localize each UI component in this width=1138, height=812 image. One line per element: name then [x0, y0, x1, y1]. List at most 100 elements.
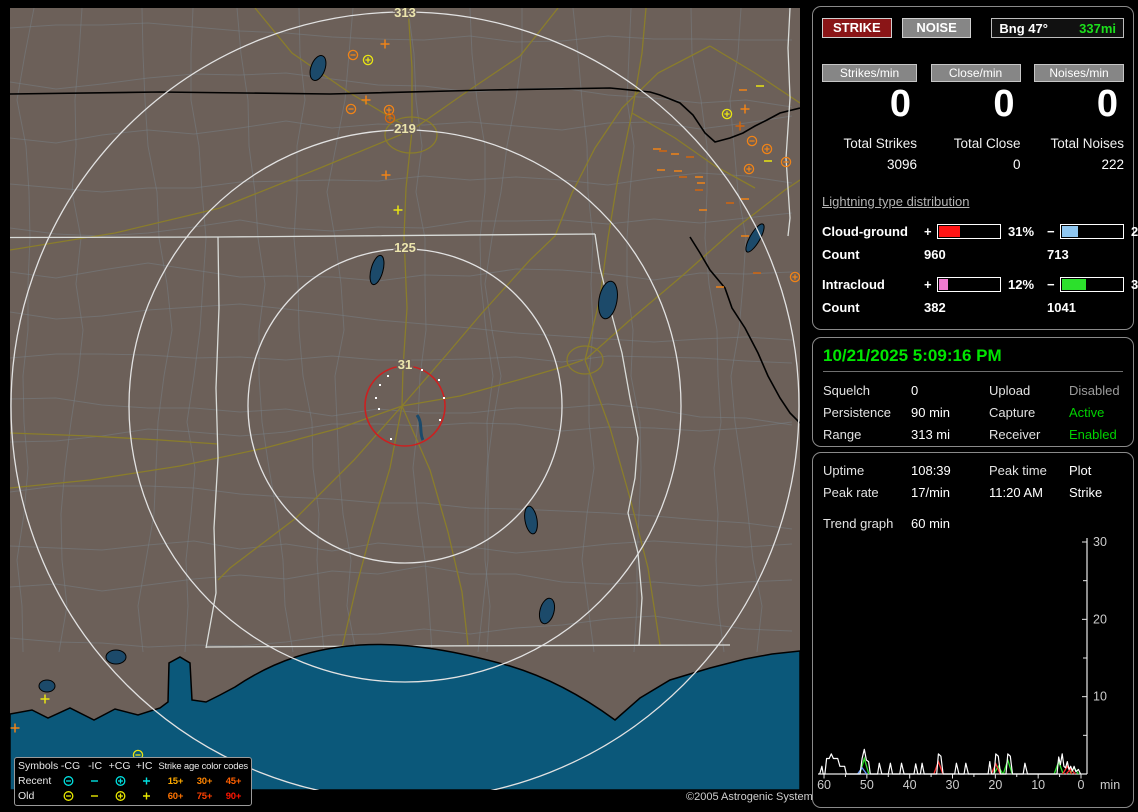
copyright-text: ©2005 Astrogenic Systems	[686, 791, 818, 803]
legend-old-row: Old 60+ 75+ 90+	[18, 789, 248, 804]
ic-positive-bar	[937, 277, 1001, 292]
ring-label-31: 31	[398, 357, 412, 372]
legend-old-label: Old	[18, 789, 55, 804]
ic-negative-count: 1041	[1047, 300, 1124, 315]
legend-neg-ic-header: -IC	[83, 759, 108, 774]
close-per-min-button[interactable]: Close/min	[931, 64, 1021, 82]
map-canvas: 313 219 125 31	[10, 8, 800, 790]
svg-text:50: 50	[860, 778, 874, 792]
cg-negative-bar	[1060, 224, 1124, 239]
legend-pos-ic-header: +IC	[132, 759, 157, 774]
plot-mode-label: Plot	[1069, 463, 1123, 478]
legend-pos-cg-header: +CG	[107, 759, 132, 774]
trend-graph-label: Trend graph	[823, 516, 911, 531]
legend-age-title: Strike age color codes	[156, 759, 248, 774]
plus-sign: +	[924, 224, 937, 239]
legend-age-cells: 15+ 30+ 45+	[159, 774, 248, 789]
ring-label-313: 313	[394, 8, 416, 20]
total-strikes-label: Total Strikes	[822, 136, 917, 151]
strikes-per-min-button[interactable]: Strikes/min	[822, 64, 917, 82]
total-close-value: 0	[931, 157, 1021, 172]
svg-text:10: 10	[1031, 778, 1045, 792]
strike-mode-button[interactable]: STRIKE	[822, 18, 892, 38]
intracloud-label: Intracloud	[822, 277, 924, 292]
cloud-ground-count-row: Count 960 713	[822, 247, 1124, 262]
noises-counter-column: Noises/min 0 Total Noises 222	[1034, 64, 1124, 172]
legend-recent-row: Recent 15+ 30+ 45+	[18, 774, 248, 789]
symbol-legend: Symbols -CG -IC +CG +IC Strike age color…	[14, 757, 252, 806]
svg-text:10: 10	[1093, 690, 1107, 704]
ic-positive-count: 382	[924, 300, 1047, 315]
lightning-map[interactable]: 313 219 125 31	[10, 8, 800, 790]
cg-positive-bar	[937, 224, 1001, 239]
legend-recent-label: Recent	[18, 774, 55, 789]
svg-text:60: 60	[817, 778, 831, 792]
divider	[823, 371, 1123, 372]
svg-text:30: 30	[1093, 535, 1107, 549]
range-label: Range	[823, 427, 911, 442]
squelch-value: 0	[911, 383, 989, 398]
count-label: Count	[822, 247, 924, 262]
plot-mode-value: Strike	[1069, 485, 1123, 500]
datetime-display: 10/21/2025 5:09:16 PM	[823, 346, 1123, 366]
circle-plus-icon	[107, 774, 133, 789]
ic-negative-pct: 34%	[1126, 277, 1138, 292]
distribution-title: Lightning type distribution	[822, 194, 1124, 209]
legend-symbols-header: Symbols	[18, 759, 58, 774]
intracloud-row: Intracloud + 12% − 34%	[822, 277, 1124, 292]
age-90: 90+	[219, 789, 248, 804]
peak-time-value: 11:20 AM	[989, 485, 1069, 500]
cloud-ground-row: Cloud-ground + 31% − 23%	[822, 224, 1124, 239]
circle-plus-icon	[107, 789, 133, 804]
plus-icon	[133, 774, 159, 789]
upload-status: Disabled	[1069, 383, 1123, 398]
total-noises-label: Total Noises	[1034, 136, 1124, 151]
strikes-counter-column: Strikes/min 0 Total Strikes 3096	[822, 64, 917, 172]
minus-sign: −	[1047, 277, 1060, 292]
trend-graph: 0 10 20 30 40 50 60 min 10 20 30	[812, 532, 1136, 794]
age-60: 60+	[161, 789, 190, 804]
intracloud-count-row: Count 382 1041	[822, 300, 1124, 315]
peak-time-label: Peak time	[989, 463, 1069, 478]
count-label: Count	[822, 300, 924, 315]
cg-negative-pct: 23%	[1126, 224, 1138, 239]
trend-graph-window: 60 min	[911, 516, 950, 531]
squelch-label: Squelch	[823, 383, 911, 398]
persistence-label: Persistence	[823, 405, 911, 420]
strike-stats-panel: STRIKE NOISE Bng 47° 337mi Strikes/min 0…	[812, 6, 1134, 330]
ring-label-219: 219	[394, 121, 416, 136]
age-15: 15+	[161, 774, 190, 789]
svg-text:0: 0	[1078, 778, 1085, 792]
noises-per-min-button[interactable]: Noises/min	[1034, 64, 1124, 82]
noise-mode-button[interactable]: NOISE	[902, 18, 972, 38]
bearing-distance: 337mi	[1079, 21, 1116, 36]
svg-text:20: 20	[1093, 612, 1107, 626]
total-strikes-value: 3096	[822, 157, 917, 172]
minus-sign: −	[1047, 224, 1060, 239]
svg-text:30: 30	[946, 778, 960, 792]
ring-label-125: 125	[394, 240, 416, 255]
svg-text:20: 20	[988, 778, 1002, 792]
capture-label: Capture	[989, 405, 1069, 420]
ic-positive-pct: 12%	[1003, 277, 1047, 292]
svg-text:40: 40	[903, 778, 917, 792]
uptime-label: Uptime	[823, 463, 911, 478]
legend-neg-cg-header: -CG	[58, 759, 83, 774]
minus-icon	[81, 774, 107, 789]
age-75: 75+	[190, 789, 219, 804]
strikes-per-min-value: 0	[822, 84, 917, 124]
circle-minus-icon	[55, 789, 81, 804]
status-panel: 10/21/2025 5:09:16 PM Squelch 0 Upload D…	[812, 337, 1134, 447]
age-30: 30+	[190, 774, 219, 789]
bearing-indicator[interactable]: Bng 47° 337mi	[991, 18, 1124, 38]
total-noises-value: 222	[1034, 157, 1124, 172]
minus-icon	[81, 789, 107, 804]
peak-rate-label: Peak rate	[823, 485, 911, 500]
noises-per-min-value: 0	[1034, 84, 1124, 124]
cg-negative-count: 713	[1047, 247, 1124, 262]
peak-rate-value: 17/min	[911, 485, 989, 500]
close-counter-column: Close/min 0 Total Close 0	[931, 64, 1021, 172]
legend-header-row: Symbols -CG -IC +CG +IC Strike age color…	[18, 759, 248, 774]
svg-text:min: min	[1100, 778, 1120, 792]
ic-negative-bar	[1060, 277, 1124, 292]
